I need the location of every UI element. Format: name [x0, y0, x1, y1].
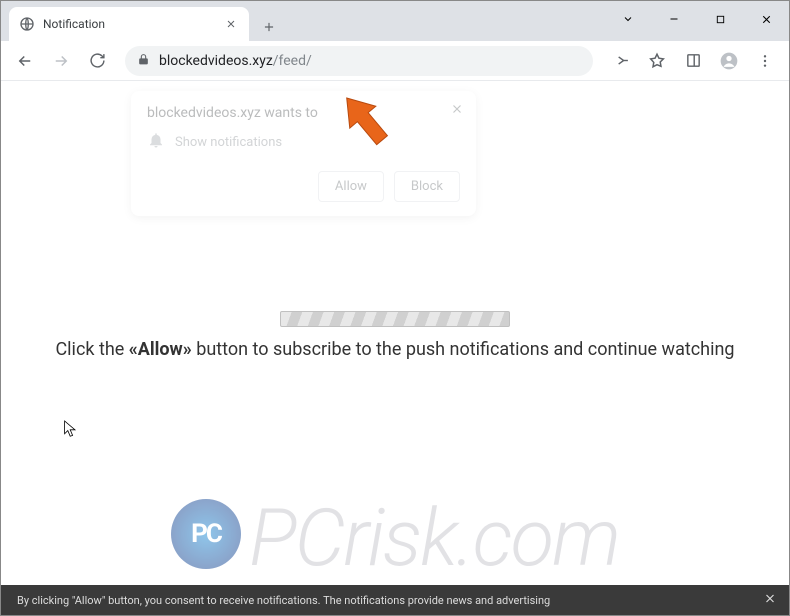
address-bar[interactable]: blockedvideos.xyz/feed/ — [125, 46, 593, 76]
tab-title: Notification — [43, 17, 215, 31]
watermark: PCrisk.com — [1, 491, 789, 585]
globe-icon — [19, 16, 35, 32]
window-controls — [605, 1, 789, 37]
menu-icon[interactable] — [749, 45, 781, 77]
url-text: blockedvideos.xyz/feed/ — [159, 53, 312, 69]
popup-permission-row: Show notifications — [147, 131, 460, 153]
forward-button[interactable] — [45, 45, 77, 77]
share-icon[interactable] — [605, 45, 637, 77]
profile-icon[interactable] — [713, 45, 745, 77]
pc-badge-icon — [171, 499, 241, 569]
banner-text: By clicking "Allow" button, you consent … — [17, 594, 550, 607]
close-window-button[interactable] — [743, 1, 789, 37]
new-tab-button[interactable] — [255, 13, 283, 41]
dropdown-icon[interactable] — [605, 1, 651, 37]
reload-button[interactable] — [81, 45, 113, 77]
page-content: blockedvideos.xyz wants to Show notifica… — [1, 81, 789, 615]
tab-close-button[interactable] — [223, 16, 239, 32]
progress-bar — [280, 311, 510, 327]
instruction-text: Click the «Allow» button to subscribe to… — [1, 339, 789, 360]
block-button[interactable]: Block — [394, 171, 460, 202]
popup-title: blockedvideos.xyz wants to — [147, 105, 460, 121]
side-panel-icon[interactable] — [677, 45, 709, 77]
consent-banner: By clicking "Allow" button, you consent … — [1, 585, 789, 615]
arrow-annotation-icon — [331, 86, 401, 156]
banner-close-button[interactable] — [763, 592, 777, 609]
back-button[interactable] — [9, 45, 41, 77]
browser-toolbar: blockedvideos.xyz/feed/ — [1, 41, 789, 81]
minimize-button[interactable] — [651, 1, 697, 37]
popup-close-button[interactable] — [450, 101, 464, 120]
allow-button[interactable]: Allow — [318, 171, 384, 202]
bell-icon — [147, 131, 165, 153]
notification-permission-popup: blockedvideos.xyz wants to Show notifica… — [131, 91, 476, 216]
cursor-icon — [63, 419, 79, 439]
star-icon[interactable] — [641, 45, 673, 77]
popup-permission-label: Show notifications — [175, 135, 282, 150]
lock-icon — [137, 51, 151, 70]
browser-tab[interactable]: Notification — [9, 7, 249, 41]
maximize-button[interactable] — [697, 1, 743, 37]
